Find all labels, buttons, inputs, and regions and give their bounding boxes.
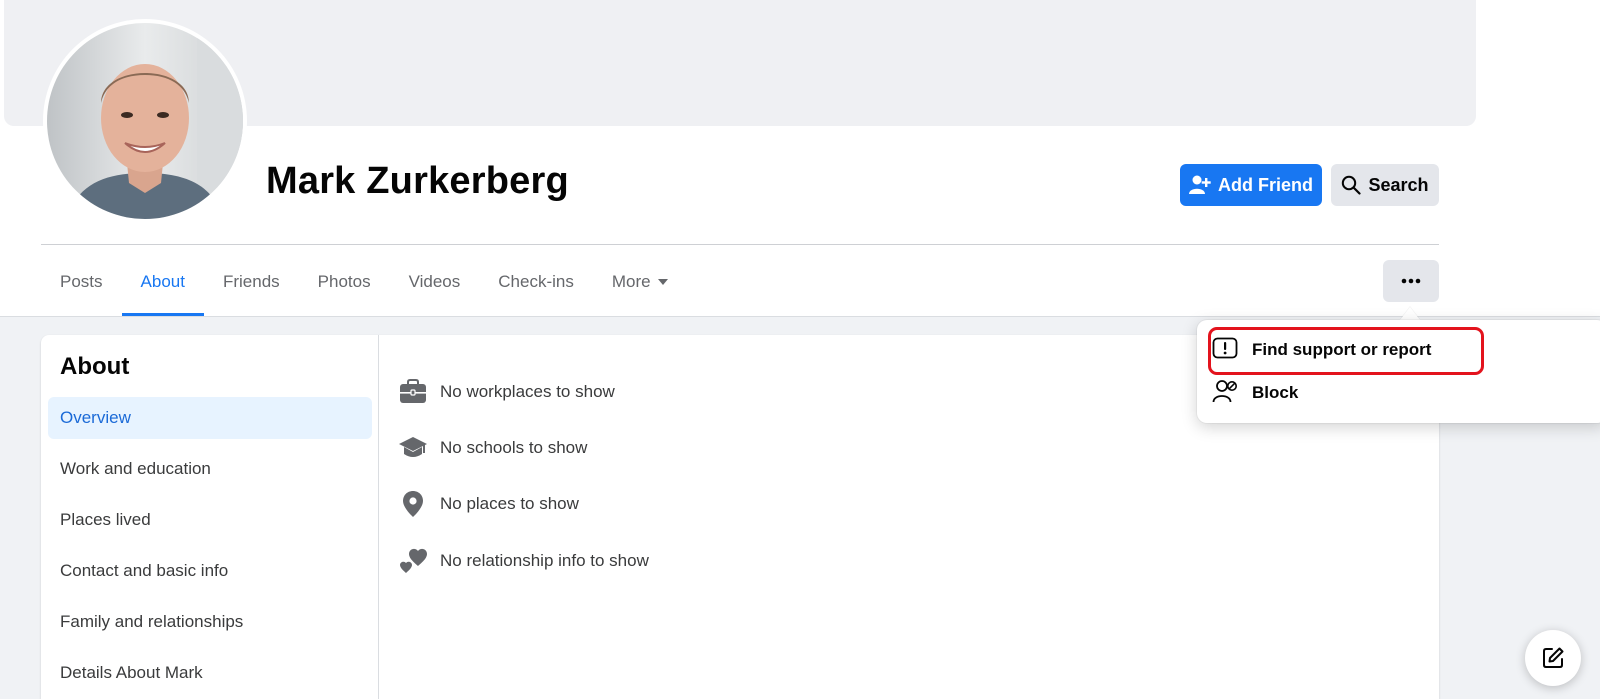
about-nav-label: Details About Mark <box>60 663 203 682</box>
add-friend-label: Add Friend <box>1218 174 1313 195</box>
profile-name: Mark Zurkerberg <box>266 160 569 202</box>
ellipsis-icon <box>1401 278 1421 284</box>
search-label: Search <box>1368 174 1429 195</box>
tab-label: More <box>611 272 651 291</box>
more-options-button[interactable] <box>1383 260 1439 302</box>
more-options-menu: Find support or report Block <box>1197 320 1600 423</box>
tab-more[interactable]: More <box>593 248 687 316</box>
about-nav: About Overview Work and education Places… <box>41 335 379 699</box>
tab-friends[interactable]: Friends <box>204 248 299 316</box>
about-nav-places-lived[interactable]: Places lived <box>48 499 372 541</box>
block-user-icon <box>1212 379 1238 408</box>
about-nav-label: Contact and basic info <box>60 561 229 580</box>
about-heading: About <box>60 353 130 380</box>
tab-label: Photos <box>317 272 371 291</box>
graduation-cap-icon <box>398 433 428 463</box>
tab-videos[interactable]: Videos <box>390 248 480 316</box>
avatar-image <box>47 23 243 219</box>
about-nav-label: Overview <box>60 408 131 427</box>
map-pin-icon <box>398 489 428 519</box>
tab-check-ins[interactable]: Check-ins <box>479 248 593 316</box>
tab-photos[interactable]: Photos <box>299 248 390 316</box>
about-nav-label: Places lived <box>60 510 151 529</box>
tab-about[interactable]: About <box>121 248 205 316</box>
add-friend-button[interactable]: Add Friend <box>1180 164 1322 206</box>
about-nav-label: Work and education <box>60 459 211 478</box>
tab-label: Videos <box>408 272 461 291</box>
about-nav-details[interactable]: Details About Mark <box>48 652 372 694</box>
info-text: No schools to show <box>440 438 588 457</box>
info-text: No workplaces to show <box>440 382 615 401</box>
info-text: No relationship info to show <box>440 551 649 570</box>
menu-pointer <box>1400 307 1420 320</box>
info-row-workplaces: No workplaces to show <box>398 377 615 407</box>
profile-tabs: Posts About Friends Photos Videos Check-… <box>41 248 687 316</box>
hearts-icon <box>398 546 428 576</box>
info-row-schools: No schools to show <box>398 433 587 463</box>
menu-item-block[interactable]: Block <box>1207 373 1477 413</box>
search-button[interactable]: Search <box>1331 164 1439 206</box>
tab-label: Check-ins <box>498 272 574 291</box>
header-divider <box>41 244 1439 245</box>
tab-label: Friends <box>222 272 280 291</box>
compose-icon <box>1543 647 1564 668</box>
menu-item-label: Block <box>1252 383 1299 402</box>
about-nav-family[interactable]: Family and relationships <box>48 601 372 643</box>
menu-item-find-support-report[interactable]: Find support or report <box>1207 330 1477 370</box>
about-nav-contact-info[interactable]: Contact and basic info <box>48 550 372 592</box>
search-icon <box>1342 175 1362 195</box>
tab-posts[interactable]: Posts <box>41 248 122 316</box>
new-message-button[interactable] <box>1525 630 1581 686</box>
add-friend-icon <box>1189 175 1211 194</box>
info-row-places: No places to show <box>398 489 579 519</box>
info-row-relationship: No relationship info to show <box>398 546 649 576</box>
menu-item-label: Find support or report <box>1252 340 1432 359</box>
about-nav-work-education[interactable]: Work and education <box>48 448 372 490</box>
tab-label: Posts <box>60 272 103 291</box>
report-icon <box>1212 337 1238 364</box>
tab-label: About <box>140 272 185 291</box>
caret-down-icon <box>657 279 668 285</box>
about-nav-label: Family and relationships <box>60 612 244 631</box>
about-nav-overview[interactable]: Overview <box>48 397 372 439</box>
info-text: No places to show <box>440 494 579 513</box>
profile-avatar[interactable] <box>43 19 247 223</box>
briefcase-icon <box>398 377 428 407</box>
